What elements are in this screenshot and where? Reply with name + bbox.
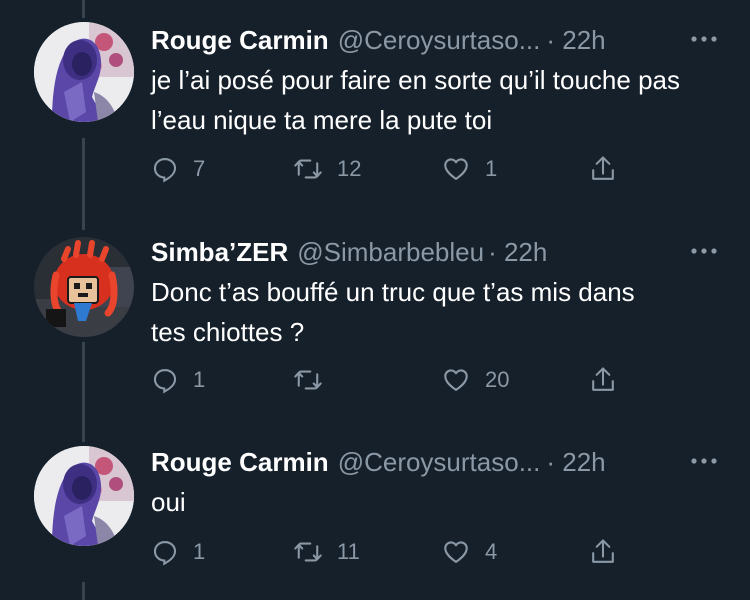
user-avatar[interactable]: [34, 446, 134, 546]
reply-button[interactable]: 7: [151, 149, 205, 189]
reply-count: 1: [193, 539, 206, 564]
user-handle[interactable]: @Simbarbebleu: [297, 237, 484, 268]
tweet-header: Rouge Carmin @Ceroysurtaso... · 22h: [151, 444, 720, 480]
user-handle[interactable]: @Ceroysurtaso...: [338, 25, 541, 56]
user-avatar[interactable]: [34, 22, 134, 122]
tweet-text: je l’ai posé pour faire en sorte qu’il t…: [151, 65, 680, 135]
heart-icon: [441, 538, 471, 566]
like-button[interactable]: 4: [441, 532, 497, 572]
tweet-timestamp[interactable]: · 22h: [546, 25, 605, 56]
more-options-icon[interactable]: [688, 446, 720, 476]
tweet[interactable]: Simba’ZER @Simbarbebleu · 22h Donc t’as …: [0, 234, 750, 404]
reply-button[interactable]: 1: [151, 532, 205, 572]
like-count: 20: [485, 367, 510, 392]
user-handle[interactable]: @Ceroysurtaso...: [338, 447, 541, 478]
share-button[interactable]: [589, 149, 617, 189]
reply-count: 7: [193, 156, 206, 181]
share-button[interactable]: [589, 360, 617, 400]
tweet[interactable]: Rouge Carmin @Ceroysurtaso... · 22h je l…: [0, 22, 750, 192]
reply-icon: [151, 538, 179, 566]
heart-icon: [441, 366, 471, 394]
like-count: 4: [485, 539, 498, 564]
retweet-button[interactable]: [293, 360, 337, 400]
more-options-icon[interactable]: [688, 236, 720, 266]
retweet-count: 12: [337, 156, 362, 181]
display-name[interactable]: Simba’ZER: [151, 237, 288, 268]
tweet-timestamp[interactable]: · 22h: [546, 447, 605, 478]
display-name[interactable]: Rouge Carmin: [151, 447, 329, 478]
like-count: 1: [485, 156, 498, 181]
retweet-icon: [293, 538, 323, 566]
reply-count: 1: [193, 367, 206, 392]
reply-button[interactable]: 1: [151, 360, 205, 400]
tweet-timestamp[interactable]: · 22h: [488, 237, 547, 268]
share-icon: [589, 537, 617, 567]
tweet-header: Simba’ZER @Simbarbebleu · 22h: [151, 234, 720, 270]
display-name[interactable]: Rouge Carmin: [151, 25, 329, 56]
user-avatar[interactable]: [34, 237, 134, 337]
retweet-button[interactable]: 11: [293, 532, 360, 572]
retweet-count: 11: [337, 539, 360, 564]
like-button[interactable]: 1: [441, 149, 497, 189]
like-button[interactable]: 20: [441, 360, 509, 400]
share-button[interactable]: [589, 532, 617, 572]
reply-icon: [151, 155, 179, 183]
retweet-button[interactable]: 12: [293, 149, 361, 189]
share-icon: [589, 365, 617, 395]
tweet-text: Donc t’as bouffé un truc que t’as mis da…: [151, 277, 635, 347]
tweet-text: oui: [151, 487, 186, 517]
tweet-actions: 1 11 4: [151, 532, 631, 572]
tweet[interactable]: Rouge Carmin @Ceroysurtaso... · 22h oui …: [0, 444, 750, 594]
more-options-icon[interactable]: [688, 24, 720, 54]
tweet-actions: 1 20: [151, 360, 631, 400]
thread-line-top: [82, 0, 85, 18]
tweet-actions: 7 12 1: [151, 149, 631, 189]
retweet-icon: [293, 155, 323, 183]
reply-icon: [151, 366, 179, 394]
share-icon: [589, 154, 617, 184]
tweet-header: Rouge Carmin @Ceroysurtaso... · 22h: [151, 22, 720, 58]
retweet-icon: [293, 366, 323, 394]
heart-icon: [441, 155, 471, 183]
